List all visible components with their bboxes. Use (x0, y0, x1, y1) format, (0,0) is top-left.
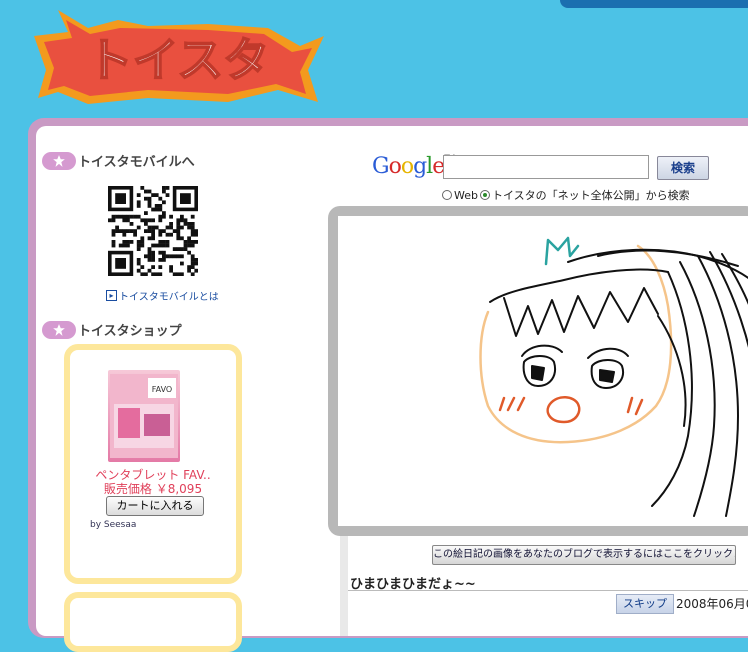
search-input[interactable] (443, 155, 649, 179)
search-button[interactable]: 検索 (657, 156, 709, 180)
diary-drawing[interactable] (338, 216, 748, 526)
mobile-info-link[interactable]: ▸ トイスタモバイルとは (106, 288, 219, 303)
add-to-cart-button[interactable]: カートに入れる (106, 496, 204, 516)
skip-button[interactable]: スキップ (616, 594, 674, 614)
shop-section-title: トイスタショップ (78, 324, 182, 339)
mobile-section-heading: トイスタモバイルへ (42, 151, 195, 170)
mobile-info-link-text: トイスタモバイルとは (119, 292, 219, 303)
title-divider (348, 590, 748, 591)
site-logo[interactable]: トイスタ (28, 6, 328, 116)
radio-web[interactable] (442, 190, 452, 200)
star-icon (42, 151, 76, 170)
mobile-section-title: トイスタモバイルへ (78, 155, 195, 170)
shop-widget: FAVO ペンタブレット FAV.. 販売価格 ￥8,095 カートに入れる b… (64, 344, 242, 584)
search-scope-options: Web トイスタの「ネット全体公開」から検索 (442, 187, 690, 203)
blog-embed-button[interactable]: この絵日記の画像をあなたのブログで表示するにはここをクリック！ (432, 545, 736, 565)
provider-credit: by Seesaa (90, 520, 137, 530)
arrow-box-icon: ▸ (106, 290, 117, 301)
diary-date: 2008年06月0 (676, 597, 748, 611)
star-icon (42, 320, 76, 339)
google-logo-text: Google (372, 154, 445, 179)
google-logo: GoogleTM (372, 154, 455, 179)
shop-section-heading: トイスタショップ (42, 320, 182, 339)
qr-code (108, 186, 199, 277)
product-image[interactable]: FAVO (108, 370, 180, 462)
radio-toysta-label[interactable]: トイスタの「ネット全体公開」から検索 (492, 187, 690, 203)
product-box-text: FAVO (152, 385, 172, 394)
shop-widget-2 (64, 592, 242, 652)
radio-web-label[interactable]: Web (454, 189, 478, 202)
radio-toysta[interactable] (479, 190, 490, 200)
logo-graphic: トイスタ (34, 10, 324, 104)
product-price: 販売価格 ￥8,095 (103, 482, 203, 496)
logo-text: トイスタ (87, 33, 270, 87)
top-nav-bar (560, 0, 748, 8)
